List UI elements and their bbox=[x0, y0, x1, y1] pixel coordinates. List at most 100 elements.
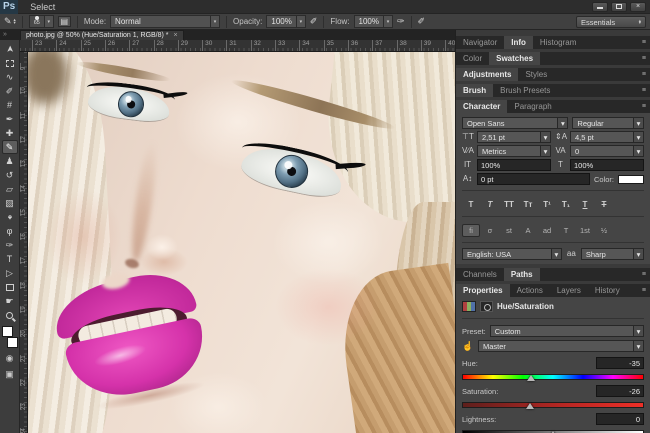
quick-selection-tool[interactable]: ✐ bbox=[2, 84, 18, 98]
hand-tool[interactable]: ☛ bbox=[2, 294, 18, 308]
hue-value-field[interactable]: -35 bbox=[596, 357, 644, 369]
close-button[interactable]: × bbox=[630, 1, 646, 12]
tab-properties[interactable]: Properties bbox=[456, 284, 510, 297]
type-tool[interactable]: T bbox=[2, 252, 18, 266]
tool-preset-picker[interactable]: ✎ ▴ ▾ bbox=[4, 17, 16, 26]
close-tab-icon[interactable]: × bbox=[174, 32, 178, 39]
vertical-scale-field[interactable]: 100% bbox=[477, 159, 551, 171]
panel-menu-icon[interactable]: ≡ bbox=[642, 39, 650, 46]
opentype-button-2[interactable]: st bbox=[500, 224, 518, 237]
menu-select[interactable]: Select bbox=[24, 0, 68, 14]
tab-layers[interactable]: Layers bbox=[550, 284, 588, 297]
pressure-opacity-icon[interactable]: ✐ bbox=[310, 17, 318, 26]
airbrush-icon[interactable]: ✑ bbox=[397, 17, 405, 26]
type-style-button-0[interactable]: T bbox=[462, 198, 480, 211]
opentype-button-7[interactable]: ½ bbox=[595, 224, 613, 237]
screen-mode-button[interactable]: ▣ bbox=[5, 369, 14, 380]
gradient-tool[interactable]: ▧ bbox=[2, 196, 18, 210]
eyedropper-tool[interactable]: ✒ bbox=[2, 112, 18, 126]
restore-button[interactable] bbox=[611, 1, 627, 12]
type-style-button-7[interactable]: T bbox=[595, 198, 613, 211]
panel-menu-icon[interactable]: ≡ bbox=[642, 71, 650, 78]
pressure-size-icon[interactable]: ✐ bbox=[418, 17, 426, 26]
tab-styles[interactable]: Styles bbox=[518, 68, 554, 81]
panel-menu-icon[interactable]: ≡ bbox=[642, 55, 650, 62]
tab-paths[interactable]: Paths bbox=[503, 268, 540, 281]
minimize-button[interactable] bbox=[592, 1, 608, 12]
baseline-shift-field[interactable]: 0 pt bbox=[477, 173, 590, 185]
move-tool[interactable]: ➤ bbox=[3, 41, 17, 57]
tab-info[interactable]: Info bbox=[504, 36, 533, 49]
opacity-select[interactable]: 100% ▾ bbox=[266, 15, 306, 28]
tab-adjustments[interactable]: Adjustments bbox=[456, 68, 519, 81]
kerning-select[interactable]: Metrics ▾ bbox=[477, 145, 551, 157]
zoom-tool[interactable] bbox=[2, 308, 18, 322]
type-style-button-6[interactable]: T bbox=[576, 198, 594, 211]
horizontal-scale-field[interactable]: 100% bbox=[570, 159, 644, 171]
pen-tool[interactable]: ✑ bbox=[2, 238, 18, 252]
channel-select[interactable]: Master ▾ bbox=[478, 340, 644, 352]
saturation-value-field[interactable]: -26 bbox=[596, 385, 644, 397]
opentype-button-5[interactable]: T bbox=[557, 224, 575, 237]
tab-navigator[interactable]: Navigator bbox=[456, 36, 504, 49]
tab-history[interactable]: History bbox=[588, 284, 627, 297]
blur-tool[interactable]: ♠ bbox=[2, 210, 18, 224]
clone-stamp-tool[interactable]: ♟ bbox=[2, 154, 18, 168]
anti-alias-select[interactable]: Sharp ▾ bbox=[580, 248, 644, 260]
font-style-select[interactable]: Regular ▾ bbox=[572, 117, 644, 129]
language-select[interactable]: English: USA ▾ bbox=[462, 248, 562, 260]
crop-tool[interactable]: # bbox=[2, 98, 18, 112]
quick-mask-button[interactable]: ◉ bbox=[6, 353, 14, 364]
opentype-button-6[interactable]: 1st bbox=[576, 224, 594, 237]
opentype-button-0[interactable]: fi bbox=[462, 224, 480, 237]
dodge-tool[interactable]: φ bbox=[2, 224, 18, 238]
hue-slider-thumb[interactable] bbox=[527, 375, 536, 381]
tab-histogram[interactable]: Histogram bbox=[533, 36, 583, 49]
lightness-value-field[interactable]: 0 bbox=[596, 413, 644, 425]
canvas[interactable] bbox=[28, 52, 455, 433]
targeted-adjustment-icon[interactable]: ☝ bbox=[462, 341, 474, 352]
tab-paragraph[interactable]: Paragraph bbox=[507, 100, 558, 113]
preset-select[interactable]: Custom ▾ bbox=[489, 325, 644, 337]
flow-select[interactable]: 100% ▾ bbox=[353, 15, 393, 28]
mode-select[interactable]: Normal ▾ bbox=[110, 15, 221, 28]
panel-menu-icon[interactable]: ≡ bbox=[642, 287, 650, 294]
tab-brush[interactable]: Brush bbox=[456, 84, 494, 97]
healing-brush-tool[interactable]: ✚ bbox=[2, 126, 18, 140]
history-brush-tool[interactable]: ↺ bbox=[2, 168, 18, 182]
tracking-select[interactable]: 0 ▾ bbox=[570, 145, 644, 157]
path-selection-tool[interactable]: ▷ bbox=[2, 266, 18, 280]
tab-brush-presets[interactable]: Brush Presets bbox=[493, 84, 557, 97]
eraser-tool[interactable]: ▱ bbox=[2, 182, 18, 196]
tab-color[interactable]: Color bbox=[456, 52, 489, 65]
saturation-slider-thumb[interactable] bbox=[525, 403, 534, 409]
type-style-button-4[interactable]: T¹ bbox=[538, 198, 556, 211]
hue-slider[interactable] bbox=[462, 374, 644, 381]
font-family-select[interactable]: Open Sans ▾ bbox=[462, 117, 569, 129]
font-size-select[interactable]: 2,51 pt ▾ bbox=[477, 131, 551, 143]
opentype-button-3[interactable]: A bbox=[519, 224, 537, 237]
type-style-button-2[interactable]: TT bbox=[500, 198, 518, 211]
tab-actions[interactable]: Actions bbox=[510, 284, 550, 297]
tab-swatches[interactable]: Swatches bbox=[489, 52, 541, 65]
tab-channels[interactable]: Channels bbox=[456, 268, 504, 281]
document-tab[interactable]: photo.jpg @ 50% (Hue/Saturation 1, RGB/8… bbox=[20, 30, 184, 40]
workspace-switcher[interactable]: Essentials ▴ ▾ bbox=[576, 16, 646, 28]
background-color-swatch[interactable] bbox=[6, 337, 18, 348]
text-color-swatch[interactable] bbox=[618, 174, 644, 184]
type-style-button-5[interactable]: T₁ bbox=[557, 198, 575, 211]
foreground-color-swatch[interactable] bbox=[1, 326, 13, 337]
brush-tool[interactable]: ✎ bbox=[1, 140, 18, 154]
type-style-button-1[interactable]: T bbox=[481, 198, 499, 211]
opentype-button-1[interactable]: σ bbox=[481, 224, 499, 237]
marquee-tool[interactable] bbox=[2, 56, 18, 70]
panel-menu-icon[interactable]: ≡ bbox=[642, 271, 650, 278]
tab-character[interactable]: Character bbox=[456, 100, 508, 113]
shape-tool[interactable] bbox=[2, 280, 18, 294]
brush-size-picker[interactable]: 65 ▾ bbox=[28, 15, 54, 28]
opentype-button-4[interactable]: ad bbox=[538, 224, 556, 237]
panel-menu-icon[interactable]: ≡ bbox=[642, 103, 650, 110]
double-arrow-icon[interactable]: » bbox=[3, 30, 7, 40]
lasso-tool[interactable]: ∿ bbox=[2, 70, 18, 84]
saturation-slider[interactable] bbox=[462, 402, 644, 409]
